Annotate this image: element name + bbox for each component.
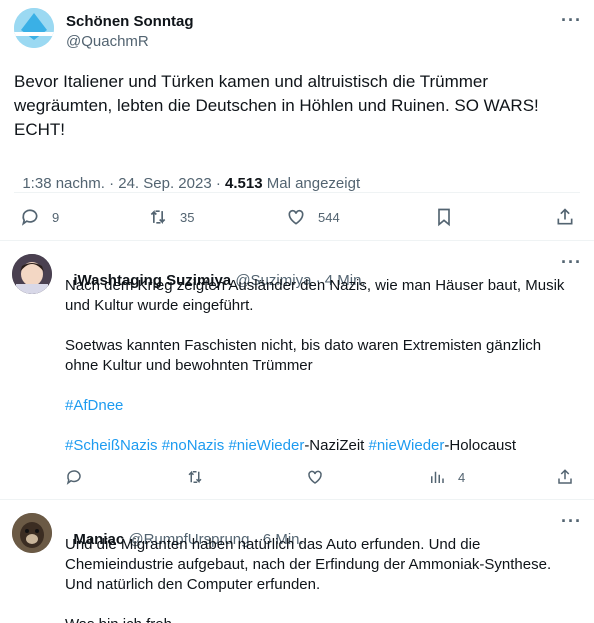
diamond-logo-icon xyxy=(14,8,54,48)
reply1-line: ohne Kultur und bewohnten Trümmer xyxy=(65,357,313,374)
main-avatar[interactable] xyxy=(14,8,54,48)
plain-text: -Holocaust xyxy=(444,437,517,454)
reply-icon xyxy=(21,209,38,226)
separator: · xyxy=(211,175,226,192)
reply1-share-button[interactable] xyxy=(556,468,574,486)
hashtag-link[interactable]: #nieWieder xyxy=(369,437,445,454)
reply2-avatar[interactable] xyxy=(12,513,52,553)
reply1-views-button[interactable]: 4 xyxy=(428,468,465,486)
reply1-text: Nach dem Krieg zeigten Ausländer den Naz… xyxy=(65,276,585,456)
retweet-icon xyxy=(188,470,202,484)
main-text-line: wegräumten, lebten die Deutschen in Höhl… xyxy=(14,96,539,115)
share-icon xyxy=(557,208,573,225)
bookmark-icon xyxy=(438,208,450,227)
reply1-line: Soetwas kannten Faschisten nicht, bis da… xyxy=(65,337,542,354)
reply-icon xyxy=(66,470,81,485)
main-meta-row: 1:38 nachm. · 24. Sep. 2023 · 4.513 Mal … xyxy=(14,158,360,192)
view-label: Mal angezeigt xyxy=(262,175,361,192)
reply1-avatar[interactable] xyxy=(12,254,52,294)
bookmark-button[interactable] xyxy=(434,207,454,227)
share-button[interactable] xyxy=(555,207,575,227)
hashtag-link[interactable]: #ScheißNazis xyxy=(65,437,158,454)
main-display-name[interactable]: Schönen Sonntag xyxy=(66,13,194,30)
main-tweet-text: Bevor Italiener und Türken kamen und alt… xyxy=(14,70,584,142)
reply2-line: Und die Migranten haben natürlich das Au… xyxy=(65,536,481,553)
reply2-line: Und natürlich den Computer erfunden. xyxy=(65,576,321,593)
reply2-line: Chemieindustrie aufgebaut, nach der Erfi… xyxy=(65,556,552,573)
reply2-more-button[interactable]: ··· xyxy=(561,511,582,532)
main-handle[interactable]: @QuachmR xyxy=(66,33,149,50)
reply1-line: Nach dem Krieg zeigten Ausländer den Naz… xyxy=(65,277,565,294)
hashtag-link[interactable]: #noNazis xyxy=(162,437,225,454)
reply1-more-button[interactable]: ··· xyxy=(561,252,582,273)
reply1-reply-button[interactable] xyxy=(65,468,83,486)
reply1-line: und Kultur wurde eingeführt. xyxy=(65,297,254,314)
main-text-line: Bevor Italiener und Türken kamen und alt… xyxy=(14,72,489,91)
main-text-line: ECHT! xyxy=(14,120,65,139)
dog-avatar-icon xyxy=(12,513,52,553)
reply1-view-count: 4 xyxy=(458,469,466,485)
anime-avatar-icon xyxy=(12,254,52,294)
separator: · xyxy=(104,175,119,192)
hashtag-link[interactable]: #AfDnee xyxy=(65,397,123,414)
main-more-button[interactable]: ··· xyxy=(561,10,582,31)
analytics-icon xyxy=(431,471,444,483)
reply-count: 9 xyxy=(52,209,60,225)
reply2-text: Und die Migranten haben natürlich das Au… xyxy=(65,535,585,623)
retweet-button[interactable]: 35 xyxy=(148,207,194,227)
share-icon xyxy=(558,469,572,484)
retweet-icon xyxy=(150,209,166,225)
view-count: 4.513 xyxy=(225,175,263,192)
reply1-like-button[interactable] xyxy=(306,468,324,486)
retweet-count: 35 xyxy=(180,209,195,225)
plain-text: -NaziZeit xyxy=(304,437,369,454)
date[interactable]: 24. Sep. 2023 xyxy=(118,175,211,192)
like-button[interactable]: 544 xyxy=(286,207,340,227)
reply-button[interactable]: 9 xyxy=(20,207,59,227)
timestamp[interactable]: 1:38 nachm. xyxy=(22,175,105,192)
divider xyxy=(0,499,594,500)
divider xyxy=(14,192,580,193)
hashtag-link[interactable]: #nieWieder xyxy=(228,437,304,454)
like-count: 544 xyxy=(318,209,340,225)
divider xyxy=(0,240,594,241)
reply1-retweet-button[interactable] xyxy=(186,468,204,486)
reply2-line: Was bin ich froh xyxy=(65,615,585,623)
heart-icon xyxy=(288,209,304,225)
heart-icon xyxy=(308,470,322,484)
